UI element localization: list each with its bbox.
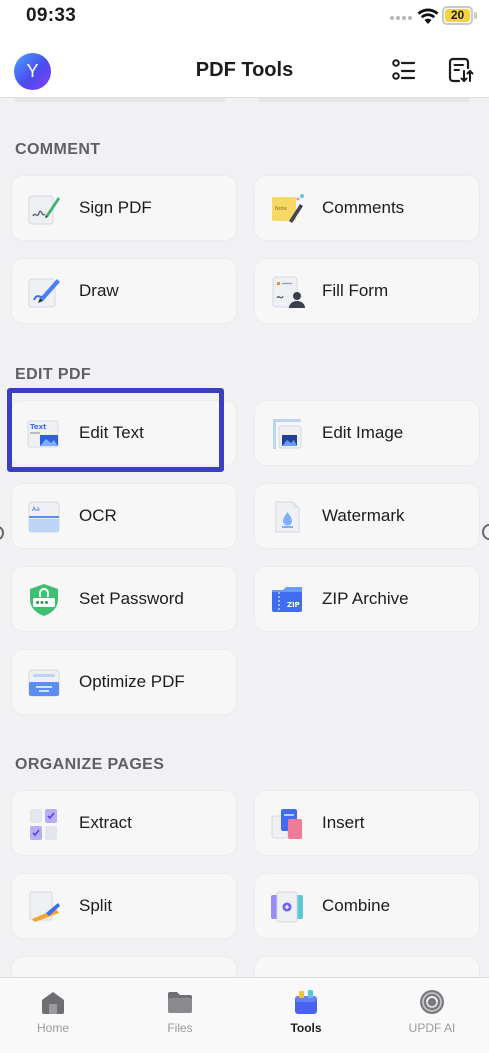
comments-icon: Note xyxy=(272,194,304,223)
nav-bar: Y PDF Tools xyxy=(0,36,489,98)
scroll-edge-indicator-left xyxy=(0,526,4,540)
tool-draw[interactable]: Draw xyxy=(11,258,237,324)
draw-icon xyxy=(28,278,60,308)
tool-watermark[interactable]: Watermark xyxy=(254,483,480,549)
tool-card-partial[interactable] xyxy=(11,956,237,977)
tab-label: Home xyxy=(36,1021,69,1035)
tab-label: Files xyxy=(167,1021,193,1035)
tool-label: Optimize PDF xyxy=(79,672,185,691)
tool-card-partial[interactable] xyxy=(254,956,480,977)
tool-edit-text[interactable]: Text Edit Text xyxy=(11,400,237,466)
home-icon xyxy=(42,992,64,1014)
status-time: 09:33 xyxy=(26,5,77,26)
optimize-pdf-icon xyxy=(28,669,60,697)
extract-icon xyxy=(30,809,57,840)
tools-scroll-area[interactable]: COMMENT Sign PDF Note Comments Draw Fill… xyxy=(0,98,489,977)
tab-label: UPDF AI xyxy=(408,1021,456,1035)
wifi-icon xyxy=(417,8,439,24)
folder-icon xyxy=(168,992,192,1013)
tool-zip-archive[interactable]: ZIP ZIP Archive xyxy=(254,566,480,632)
tab-tools[interactable]: Tools xyxy=(266,988,346,1035)
card-edge xyxy=(14,98,226,102)
section-title-comment: COMMENT xyxy=(15,141,101,158)
section-title-edit-pdf: EDIT PDF xyxy=(15,366,92,383)
fill-form-icon xyxy=(272,276,305,308)
tool-extract[interactable]: Extract xyxy=(11,790,237,856)
tool-label: Sign PDF xyxy=(79,198,152,217)
section-title-organize-pages: ORGANIZE PAGES xyxy=(15,756,165,773)
tool-comments[interactable]: Note Comments xyxy=(254,175,480,241)
tool-label: Edit Text xyxy=(79,423,144,442)
svg-text:Aa: Aa xyxy=(32,506,40,513)
tool-label: Set Password xyxy=(79,589,184,608)
signal-icon xyxy=(390,16,412,20)
ai-icon xyxy=(420,990,444,1014)
tool-label: ZIP Archive xyxy=(322,589,409,608)
tab-home[interactable]: Home xyxy=(13,988,93,1035)
split-icon xyxy=(29,891,60,922)
tool-label: Split xyxy=(79,896,113,915)
battery-tip xyxy=(474,12,477,19)
tool-insert[interactable]: Insert xyxy=(254,790,480,856)
card-edge xyxy=(258,98,470,102)
svg-text:Note: Note xyxy=(275,206,287,212)
tool-label: Insert xyxy=(322,813,365,832)
tool-label: Draw xyxy=(79,281,119,300)
tool-sign-pdf[interactable]: Sign PDF xyxy=(11,175,237,241)
tool-label: OCR xyxy=(79,506,117,525)
edit-image-icon xyxy=(273,419,302,449)
battery-icon: 20 xyxy=(442,6,473,25)
zip-archive-icon: ZIP xyxy=(272,587,302,612)
insert-icon xyxy=(271,809,302,839)
svg-text:ZIP: ZIP xyxy=(287,601,300,609)
tool-ocr[interactable]: Aa OCR xyxy=(11,483,237,549)
tool-optimize-pdf[interactable]: Optimize PDF xyxy=(11,649,237,715)
tab-files[interactable]: Files xyxy=(140,988,220,1035)
sort-document-icon[interactable] xyxy=(447,56,475,84)
ocr-icon: Aa xyxy=(28,501,60,533)
edit-text-icon: Text xyxy=(27,420,59,448)
sign-pdf-icon xyxy=(28,195,60,225)
tool-fill-form[interactable]: Fill Form xyxy=(254,258,480,324)
battery-level: 20 xyxy=(445,9,470,22)
toolbox-icon xyxy=(295,990,317,1014)
tool-combine[interactable]: Combine xyxy=(254,873,480,939)
tool-label: Extract xyxy=(79,813,132,832)
tool-label: Watermark xyxy=(322,506,405,525)
tab-updf-ai[interactable]: UPDF AI xyxy=(392,988,472,1035)
tool-label: Fill Form xyxy=(322,281,389,300)
tool-label: Comments xyxy=(322,198,405,217)
tab-label: Tools xyxy=(290,1021,322,1035)
tool-label: Edit Image xyxy=(322,423,404,442)
tool-set-password[interactable]: Set Password xyxy=(11,566,237,632)
set-password-icon xyxy=(30,584,58,616)
tool-split[interactable]: Split xyxy=(11,873,237,939)
combine-icon xyxy=(271,891,303,923)
list-view-icon[interactable] xyxy=(389,56,417,84)
tool-edit-image[interactable]: Edit Image xyxy=(254,400,480,466)
svg-text:Text: Text xyxy=(30,423,47,431)
watermark-icon xyxy=(275,501,300,533)
tool-label: Combine xyxy=(322,896,391,915)
scroll-edge-indicator-right xyxy=(482,524,489,540)
tab-bar: Home Files Tools UPDF AI xyxy=(0,977,489,1053)
status-bar: 09:33 20 xyxy=(0,0,489,36)
